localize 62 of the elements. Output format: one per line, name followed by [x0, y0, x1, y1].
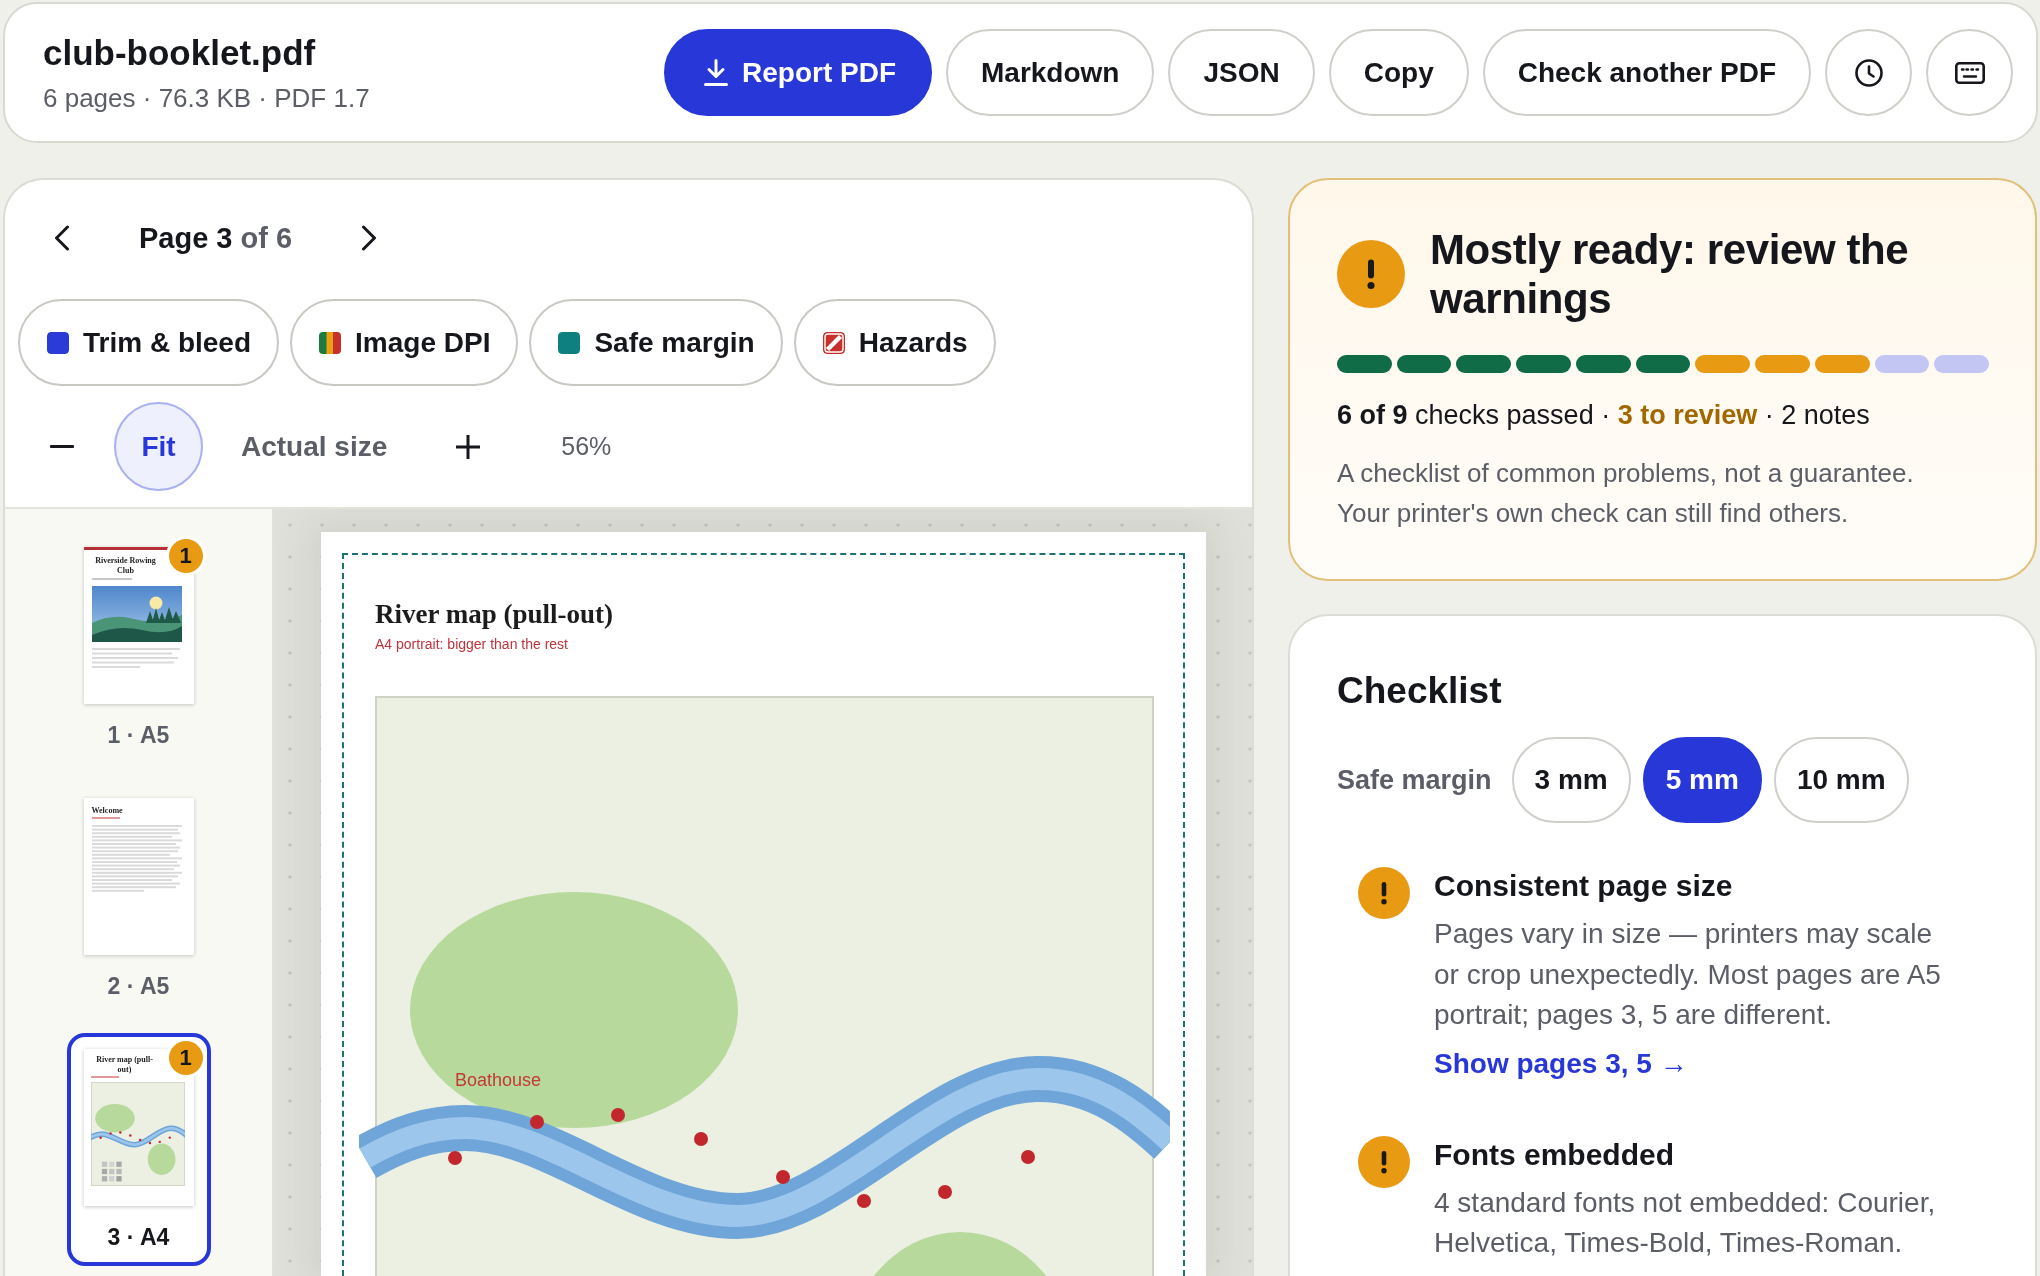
document-note: A4 portrait: bigger than the rest [375, 635, 569, 653]
map-marker [448, 1151, 462, 1165]
striped-swatch-icon [319, 331, 342, 354]
subtitle-line [91, 817, 120, 819]
check-description: 4 standard fonts not embedded: Courier, Helvetica, Times-Bold, Times-Roman. [1434, 1185, 1937, 1260]
map-marker [611, 1108, 625, 1122]
map-marker [776, 1170, 790, 1184]
safe-margin-label: Safe margin [1337, 764, 1492, 796]
download-icon [704, 59, 728, 86]
plus-icon [456, 434, 481, 459]
action-button[interactable]: Copy [1328, 29, 1469, 116]
check-title: Consistent page size [1434, 868, 1733, 904]
status-heading: Mostly ready: review the warnings [1430, 225, 1910, 323]
show-pages-link[interactable]: Show pages 3, 5 → [1434, 1043, 1688, 1084]
page-thumbnail[interactable]: Welcome 2 · A5 [66, 782, 211, 1015]
disclaimer-text: A checklist of common problems, not a guarantee. Your printer's own check can still find others. [1337, 457, 1915, 530]
keyboard-icon [1954, 61, 1985, 84]
zoom-option[interactable]: Fit [114, 402, 203, 491]
map-marker [1021, 1150, 1035, 1164]
warning-icon [1358, 867, 1410, 919]
count-badge: 1 [168, 1041, 203, 1075]
file-info: 6 pages · 76.3 KB · PDF 1.7 [43, 81, 370, 114]
layer-toggle[interactable]: Image DPI [290, 299, 519, 386]
layer-toggle[interactable]: Safe margin [529, 299, 783, 386]
page-thumbnail[interactable]: Riverside Rowing Club 1 1 · A5 [66, 531, 211, 764]
margin-option[interactable]: 5 mm [1642, 737, 1762, 823]
check-description: Pages vary in size — printers may scale or crop unexpectedly. Most pages are A5 portrait; pages 3, 5 are different. [1434, 917, 1942, 1032]
margin-option[interactable]: 10 mm [1773, 737, 1909, 823]
document-title: River map (pull-out) [375, 598, 614, 631]
thumbnail-title: River map (pull-out) [95, 1055, 154, 1075]
map-marker [694, 1132, 708, 1146]
action-button[interactable]: Check another PDF [1482, 29, 1811, 116]
layer-toggle[interactable]: Hazards [793, 299, 996, 386]
chevron-left-icon [54, 225, 70, 251]
layer-toggle[interactable]: Trim & bleed [18, 299, 280, 386]
warning-icon [1337, 240, 1405, 308]
clock-icon [1854, 58, 1883, 87]
primary-action-button[interactable]: Report PDF [664, 29, 932, 116]
file-name: club-booklet.pdf [43, 31, 317, 74]
warning-icon [1358, 1135, 1410, 1188]
map-marker [938, 1185, 952, 1199]
action-button[interactable]: JSON [1168, 29, 1315, 116]
chevron-right-icon [361, 225, 378, 251]
margin-option[interactable]: 3 mm [1511, 737, 1631, 823]
subtitle-line [91, 578, 132, 580]
map-marker [857, 1194, 871, 1208]
checklist-title: Checklist [1337, 669, 1503, 713]
check-title: Fonts embedded [1434, 1136, 1674, 1173]
count-badge: 1 [168, 539, 203, 573]
page-indicator: Page 3 of 6 [139, 221, 293, 255]
page-thumbnail[interactable]: River map (pull-out) 1 3 · A4 [66, 1033, 211, 1266]
hatched-swatch-icon [822, 331, 845, 354]
minus-icon [50, 445, 74, 448]
thumbnail-title: Riverside Rowing Club [94, 556, 157, 576]
checks-summary: 6 of 9 checks passed · 3 to review · 2 notes [1337, 399, 1871, 432]
action-button[interactable]: Markdown [946, 29, 1155, 116]
subtitle-line [90, 1076, 119, 1078]
map-marker [530, 1115, 544, 1129]
zoom-option[interactable]: Actual size [219, 402, 410, 491]
map-label: Boathouse [455, 1070, 542, 1090]
thumbnail-title: Welcome [91, 806, 123, 816]
zoom-level: 56% [561, 432, 612, 461]
